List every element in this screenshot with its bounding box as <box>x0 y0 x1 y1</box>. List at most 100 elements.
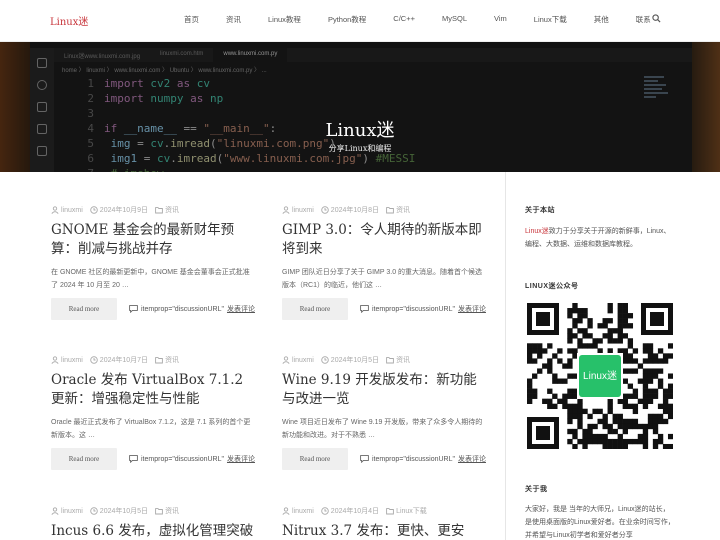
post-excerpt: GIMP 团队近日分享了关于 GIMP 3.0 的重大消息。随着首个候选版本（R… <box>282 269 483 289</box>
post-excerpt: Oracle 最近正式发布了 VirtualBox 7.1.2，这是 7.1 系… <box>51 419 251 439</box>
clock-icon <box>321 206 329 214</box>
comment-icon <box>129 305 138 313</box>
post-author[interactable]: linuxmi <box>292 207 314 214</box>
comment-icon <box>360 455 369 463</box>
post-author[interactable]: linuxmi <box>61 508 83 515</box>
user-icon <box>282 356 290 364</box>
user-icon <box>51 507 59 515</box>
post-author[interactable]: linuxmi <box>292 508 314 515</box>
sidebar-heading-about-site: 关于本站 <box>525 207 555 214</box>
post-excerpt: 在 GNOME 社区的最新更新中，GNOME 基金会董事会正式批准了 2024 … <box>51 269 250 289</box>
comment-prefix: itemprop="discussionURL" <box>141 305 224 313</box>
nav-item-vim[interactable]: Vim <box>494 14 507 25</box>
post-date: 2024年10月5日 <box>99 508 149 515</box>
user-icon <box>51 356 59 364</box>
user-icon <box>51 206 59 214</box>
folder-icon <box>386 357 394 364</box>
post-card: linuxmi 2024年10月9日 资讯 GNOME 基金会的最新财年预算：削… <box>51 205 256 320</box>
folder-icon <box>386 508 394 515</box>
sidebar-heading-about-me: 关于我 <box>525 486 548 493</box>
nav-item-linux-tutorial[interactable]: Linux教程 <box>268 14 301 25</box>
post-meta: linuxmi 2024年10月9日 资讯 <box>51 205 256 215</box>
nav-item-other[interactable]: 其他 <box>594 14 609 25</box>
post-meta: linuxmi 2024年10月4日 Linux下载 <box>282 506 487 516</box>
post-author[interactable]: linuxmi <box>292 357 314 364</box>
post-title[interactable]: Oracle 发布 VirtualBox 7.1.2 更新：增强稳定性与性能 <box>51 371 256 409</box>
search-icon[interactable] <box>652 14 661 23</box>
site-logo[interactable]: Linux迷 <box>50 13 88 28</box>
comment-prefix: itemprop="discussionURL" <box>372 305 455 313</box>
read-more-button[interactable]: Read more <box>51 298 117 320</box>
comment-link[interactable]: 发表评论 <box>458 304 486 314</box>
comment-area: itemprop="discussionURL" 发表评论 <box>129 454 255 464</box>
post-category[interactable]: 资讯 <box>165 205 179 215</box>
clock-icon <box>321 507 329 515</box>
nav-item-linux-download[interactable]: Linux下载 <box>534 14 567 25</box>
user-icon <box>282 507 290 515</box>
post-meta: linuxmi 2024年10月8日 资讯 <box>282 205 487 215</box>
post-footer: Read more itemprop="discussionURL" 发表评论 <box>51 298 255 320</box>
post-category[interactable]: 资讯 <box>165 506 179 516</box>
hero-title: Linux迷 <box>325 120 395 141</box>
post-title[interactable]: GIMP 3.0：令人期待的新版本即将到来 <box>282 221 487 259</box>
sidebar-about-me-text: 大家好，我是 当年的大师兄，Linux迷的站长，是使用桌面版的Linux爱好者。… <box>525 506 675 539</box>
comment-link[interactable]: 发表评论 <box>227 304 255 314</box>
post-author[interactable]: linuxmi <box>61 207 83 214</box>
hero-subtitle: 分享Linux和编程 <box>328 144 392 153</box>
comment-link[interactable]: 发表评论 <box>227 454 255 464</box>
hero-banner: Linux迷www.linuxmi.com.jpg linuxmi.com.ht… <box>0 42 720 172</box>
post-date: 2024年10月7日 <box>99 357 149 364</box>
post-card: linuxmi 2024年10月4日 Linux下载 Nitrux 3.7 发布… <box>282 506 487 540</box>
sidebar-brand-link[interactable]: Linux迷 <box>525 228 549 235</box>
post-category[interactable]: 资讯 <box>165 355 179 365</box>
comment-prefix: itemprop="discussionURL" <box>141 455 224 463</box>
post-card: linuxmi 2024年10月5日 资讯 Incus 6.6 发布，虚拟化管理… <box>51 506 256 540</box>
nav-item-news[interactable]: 资讯 <box>226 14 241 25</box>
comment-icon <box>129 455 138 463</box>
post-meta: linuxmi 2024年10月5日 资讯 <box>51 506 256 516</box>
post-author[interactable]: linuxmi <box>61 357 83 364</box>
nav-item-c-cpp[interactable]: C/C++ <box>393 14 415 25</box>
read-more-button[interactable]: Read more <box>51 448 117 470</box>
nav-item-mysql[interactable]: MySQL <box>442 14 467 25</box>
post-title[interactable]: Wine 9.19 开发版发布：新功能与改进一览 <box>282 371 487 409</box>
post-excerpt: Wine 项目近日发布了 Wine 9.19 开发版，带来了众多令人期待的新功能… <box>282 419 483 439</box>
post-card: linuxmi 2024年10月5日 资讯 Wine 9.19 开发版发布：新功… <box>282 355 487 470</box>
main-nav: 首页 资讯 Linux教程 Python教程 C/C++ MySQL Vim L… <box>184 14 678 25</box>
post-category[interactable]: Linux下载 <box>396 506 427 516</box>
post-meta: linuxmi 2024年10月5日 资讯 <box>282 355 487 365</box>
post-date: 2024年10月9日 <box>99 207 149 214</box>
comment-prefix: itemprop="discussionURL" <box>372 455 455 463</box>
comment-icon <box>360 305 369 313</box>
read-more-button[interactable]: Read more <box>282 298 348 320</box>
sidebar-divider <box>505 172 506 540</box>
folder-icon <box>155 357 163 364</box>
post-footer: Read more itemprop="discussionURL" 发表评论 <box>282 448 486 470</box>
post-date: 2024年10月5日 <box>330 357 380 364</box>
post-card: linuxmi 2024年10月7日 资讯 Oracle 发布 VirtualB… <box>51 355 256 470</box>
nav-item-home[interactable]: 首页 <box>184 14 199 25</box>
clock-icon <box>90 507 98 515</box>
user-icon <box>282 206 290 214</box>
post-title[interactable]: GNOME 基金会的最新财年预算：削减与挑战并存 <box>51 221 256 259</box>
post-card: linuxmi 2024年10月8日 资讯 GIMP 3.0：令人期待的新版本即… <box>282 205 487 320</box>
post-category[interactable]: 资讯 <box>396 355 410 365</box>
comment-link[interactable]: 发表评论 <box>458 454 486 464</box>
post-title[interactable]: Nitrux 3.7 发布：更快、更安全、更 <box>282 522 487 540</box>
clock-icon <box>321 356 329 364</box>
post-date: 2024年10月4日 <box>330 508 380 515</box>
sidebar-about-site-text: Linux迷致力于分享关于开源的新鲜事，Linux、编程、大数据、运维和数据库教… <box>525 225 675 251</box>
wechat-qr-code: Linux迷 <box>527 303 673 449</box>
post-footer: Read more itemprop="discussionURL" 发表评论 <box>51 448 255 470</box>
post-category[interactable]: 资讯 <box>396 205 410 215</box>
folder-icon <box>155 508 163 515</box>
post-title[interactable]: Incus 6.6 发布，虚拟化管理突破极 <box>51 522 256 540</box>
qr-center-label: Linux迷 <box>583 370 617 382</box>
nav-item-python-tutorial[interactable]: Python教程 <box>328 14 366 25</box>
read-more-button[interactable]: Read more <box>282 448 348 470</box>
nav-item-contact[interactable]: 联系 <box>636 14 651 25</box>
clock-icon <box>90 356 98 364</box>
clock-icon <box>90 206 98 214</box>
sidebar-heading-wechat: LINUX迷公众号 <box>525 283 579 290</box>
post-date: 2024年10月8日 <box>330 207 380 214</box>
